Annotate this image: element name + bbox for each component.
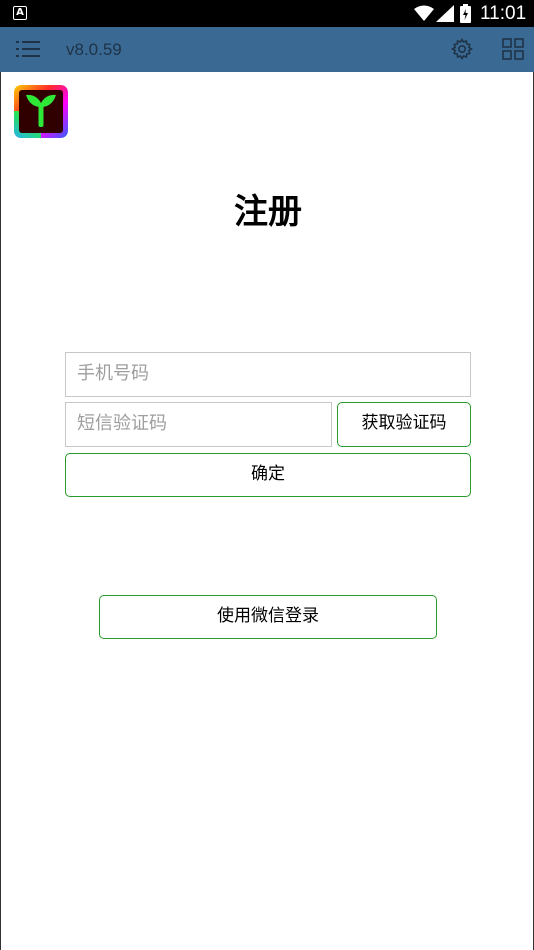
grid-icon[interactable]	[501, 37, 525, 61]
main-content: 注册 手机号码 短信验证码 获取验证码 确定 使用微信登录	[0, 72, 534, 950]
wechat-login-button[interactable]: 使用微信登录	[99, 595, 437, 639]
status-time: 11:01	[480, 3, 527, 24]
get-code-button[interactable]: 获取验证码	[337, 402, 471, 447]
app-version-label: v8.0.59	[66, 40, 122, 59]
sprout-logo	[14, 85, 68, 138]
status-bar: A 11:01	[0, 0, 534, 27]
menu-icon[interactable]	[16, 39, 40, 59]
cell-signal-icon	[436, 5, 454, 22]
battery-charging-icon	[460, 4, 471, 23]
app-toolbar: v8.0.59	[0, 27, 534, 72]
notification-app-icon: A	[13, 6, 27, 20]
page-title: 注册	[234, 192, 302, 232]
gear-icon[interactable]	[450, 37, 474, 61]
wifi-icon	[414, 5, 434, 21]
sms-code-input[interactable]: 短信验证码	[65, 402, 332, 447]
phone-number-input[interactable]: 手机号码	[65, 352, 471, 397]
confirm-button[interactable]: 确定	[65, 453, 471, 497]
